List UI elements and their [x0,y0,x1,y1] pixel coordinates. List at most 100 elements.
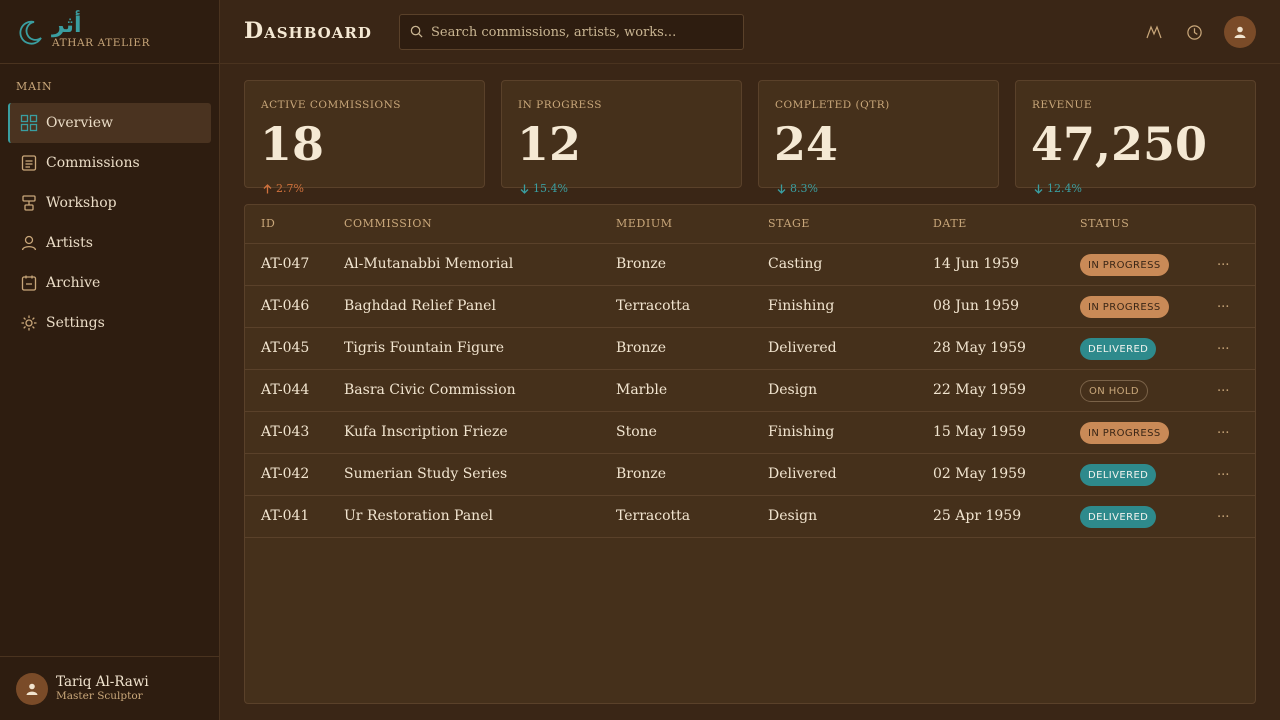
sidebar-item-label: Commissions [46,155,140,171]
status-badge: IN PROGRESS [1080,296,1169,318]
cell-stage: Delivered [768,466,837,482]
stat-trend-value: 15.4% [533,182,568,195]
row-more-button[interactable]: ... [1217,464,1229,479]
cell-medium: Bronze [616,256,667,272]
user-profile[interactable]: Tariq Al-Rawi Master Sculptor [0,656,219,720]
cell-id: AT-043 [261,424,310,440]
page-title: Dashboard [244,18,372,44]
sidebar-nav: Overview Commissions Workshop Artists Ar… [8,103,211,343]
row-more-button[interactable]: ... [1217,254,1229,269]
cell-medium: Stone [616,424,657,440]
sidebar-item-artists[interactable]: Artists [8,223,211,263]
stat-card-in-progress[interactable]: IN PROGRESS 12 15.4% [501,80,742,195]
stat-trend-value: 12.4% [1047,182,1082,195]
stat-value: 18 [260,117,325,171]
table-row[interactable]: AT-047 Al-Mutanabbi Memorial Bronze Casting… [245,244,1255,286]
stat-label: COMPLETED (QTR) [775,99,890,111]
cell-commission: Basra Civic Commission [344,382,516,398]
table-row[interactable]: AT-041 Ur Restoration Panel Terracotta Desi… [245,496,1255,538]
cell-id: AT-046 [261,298,310,314]
cell-id: AT-044 [261,382,310,398]
search-input[interactable] [431,24,743,40]
row-more-button[interactable]: ... [1217,380,1229,395]
column-header-commission[interactable]: COMMISSION [344,217,432,230]
user-name: Tariq Al-Rawi [56,674,149,691]
stat-value: 47,250 [1031,117,1208,171]
crescent-logo-icon [16,18,44,46]
sidebar-item-label: Artists [46,235,93,251]
search-icon [410,23,423,42]
stat-card-completed[interactable]: COMPLETED (QTR) 24 8.3% [758,80,999,195]
cell-medium: Terracotta [616,508,691,524]
avatar [16,672,48,705]
sidebar-item-commissions[interactable]: Commissions [8,143,211,183]
header-avatar[interactable] [1224,16,1256,48]
arrow-up-icon [263,183,272,193]
table-row[interactable]: AT-046 Baghdad Relief Panel Terracotta Fini… [245,286,1255,328]
cell-id: AT-042 [261,466,310,482]
sidebar-item-archive[interactable]: Archive [8,263,211,303]
sidebar-item-settings[interactable]: Settings [8,303,211,343]
column-header-id[interactable]: ID [261,217,275,230]
cell-medium: Bronze [616,466,667,482]
sidebar-item-workshop[interactable]: Workshop [8,183,211,223]
sidebar-item-label: Settings [46,315,105,331]
cell-stage: Finishing [768,298,835,314]
clock-icon[interactable] [1184,22,1204,42]
cell-stage: Design [768,382,818,398]
row-more-button[interactable]: ... [1217,296,1229,311]
cell-id: AT-045 [261,340,310,356]
cell-commission: Sumerian Study Series [344,466,508,482]
row-more-button[interactable]: ... [1217,338,1229,353]
search-bar[interactable] [399,14,744,50]
column-header-status[interactable]: STATUS [1080,217,1129,230]
cell-id: AT-047 [261,256,310,272]
user-role: Master Sculptor [56,690,143,703]
stat-value: 24 [774,117,839,171]
cell-medium: Terracotta [616,298,691,314]
stat-label: REVENUE [1032,99,1093,111]
stat-trend: 12.4% [1034,182,1082,195]
stat-value: 12 [517,117,582,171]
stat-trend: 2.7% [263,182,304,195]
sidebar-item-label: Overview [46,115,114,131]
table-row[interactable]: AT-045 Tigris Fountain Figure Bronze Delive… [245,328,1255,370]
brand-arabic: أثر [52,12,82,38]
arrow-down-icon [1034,184,1043,194]
sidebar-item-overview[interactable]: Overview [8,103,211,143]
row-more-button[interactable]: ... [1217,506,1229,521]
stat-trend: 8.3% [777,182,818,195]
cell-date: 25 Apr 1959 [933,508,1022,524]
stat-card-revenue[interactable]: REVENUE 47,250 12.4% [1015,80,1256,195]
table-header: ID COMMISSION MEDIUM STAGE DATE STATUS [245,205,1255,244]
mountain-icon[interactable] [1144,22,1164,42]
gear-icon [20,314,38,332]
status-badge: IN PROGRESS [1080,422,1169,444]
table-row[interactable]: AT-043 Kufa Inscription Frieze Stone Finish… [245,412,1255,454]
cell-stage: Design [768,508,818,524]
column-header-date[interactable]: DATE [933,217,967,230]
status-badge: DELIVERED [1080,338,1157,360]
cell-stage: Finishing [768,424,835,440]
status-badge: DELIVERED [1080,464,1157,486]
cell-date: 28 May 1959 [933,340,1026,356]
stat-card-active-commissions[interactable]: ACTIVE COMMISSIONS 18 2.7% [244,80,485,195]
table-row[interactable]: AT-044 Basra Civic Commission Marble Design… [245,370,1255,412]
cell-stage: Casting [768,256,823,272]
cell-date: 02 May 1959 [933,466,1026,482]
status-badge: IN PROGRESS [1080,254,1169,276]
brand[interactable]: أثر ATHAR ATELIER [0,0,219,64]
top-header: Dashboard [220,0,1280,64]
cell-commission: Baghdad Relief Panel [344,298,496,314]
row-more-button[interactable]: ... [1217,422,1229,437]
column-header-stage[interactable]: STAGE [768,217,810,230]
cell-date: 08 Jun 1959 [933,298,1019,314]
arrow-down-icon [777,184,786,194]
table-row[interactable]: AT-042 Sumerian Study Series Bronze Deliver… [245,454,1255,496]
cell-date: 14 Jun 1959 [933,256,1019,272]
cell-commission: Tigris Fountain Figure [344,340,505,356]
stat-label: ACTIVE COMMISSIONS [261,99,401,111]
stat-label: IN PROGRESS [518,99,602,111]
column-header-medium[interactable]: MEDIUM [616,217,673,230]
cell-id: AT-041 [261,508,310,524]
